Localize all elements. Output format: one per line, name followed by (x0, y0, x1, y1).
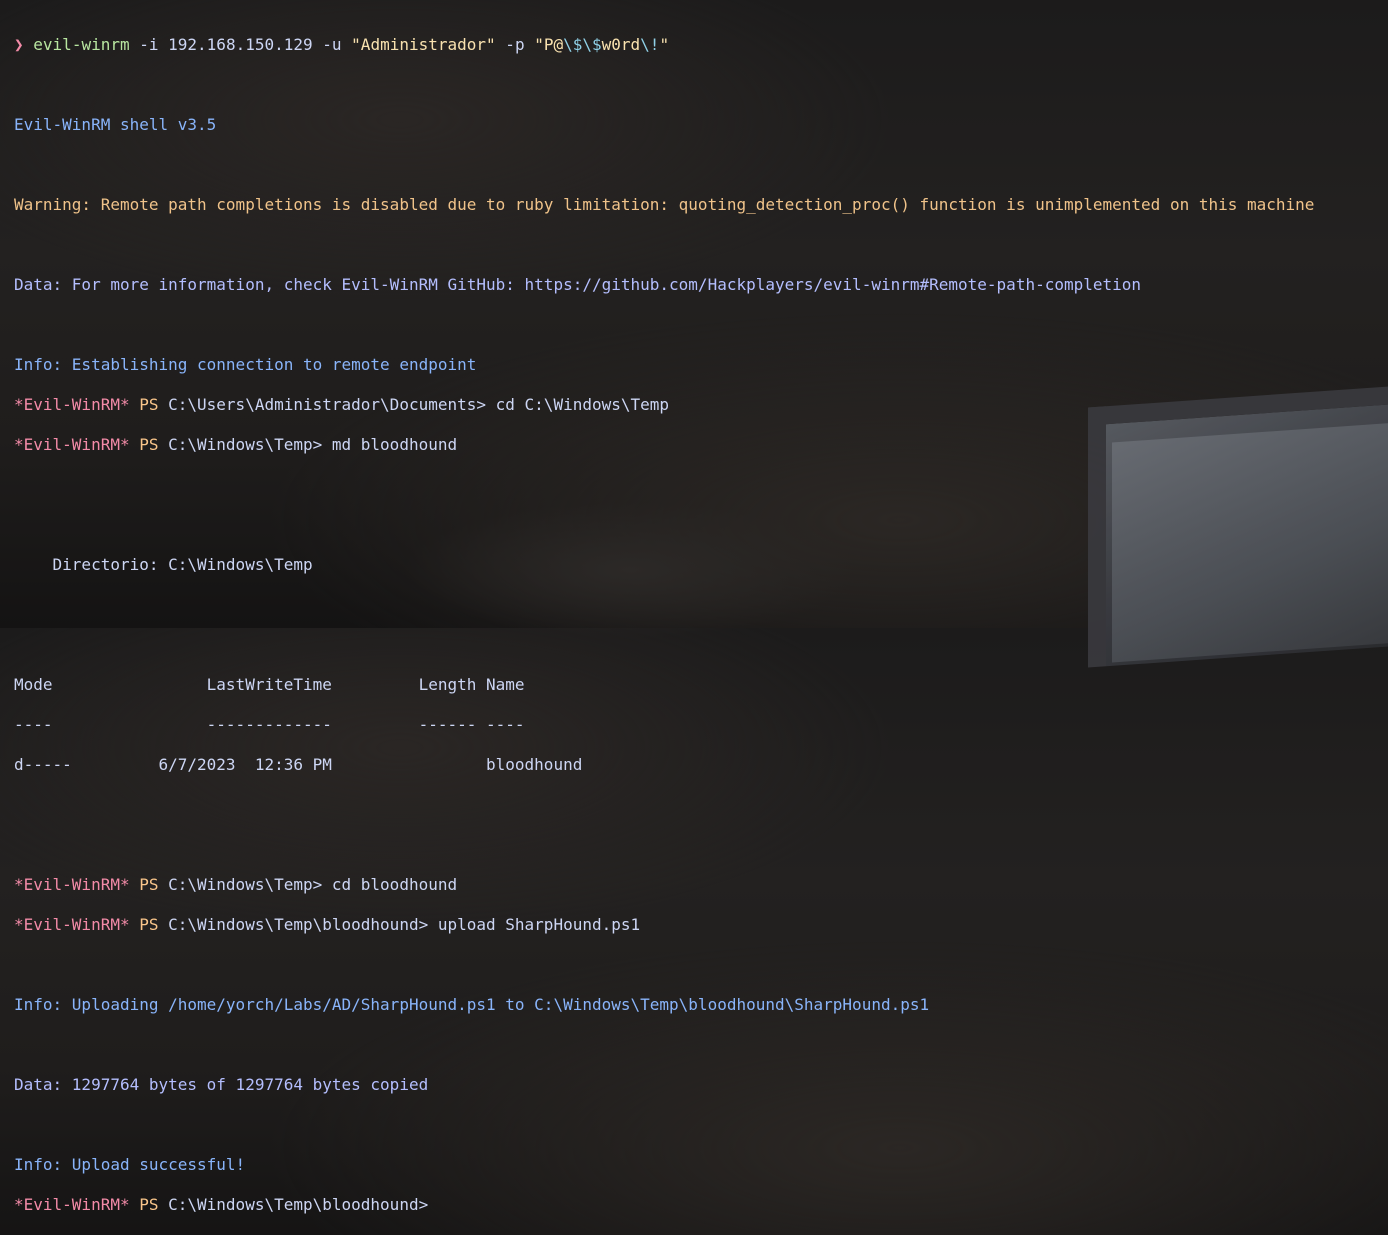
ps-line-1: *Evil-WinRM* PS C:\Users\Administrador\D… (14, 395, 1388, 415)
ps-line-2: *Evil-WinRM* PS C:\Windows\Temp> md bloo… (14, 435, 1388, 455)
table-row: d----- 6/7/2023 12:36 PM bloodhound (14, 755, 583, 774)
warning-line: Warning: Remote path completions is disa… (14, 195, 1315, 214)
ps-line-4: *Evil-WinRM* PS C:\Windows\Temp\bloodhou… (14, 915, 1388, 935)
command-name: evil-winrm (33, 35, 130, 54)
ps-current-prompt: C:\Windows\Temp\bloodhound> (168, 1195, 429, 1214)
info-connect-line: Info: Establishing connection to remote … (14, 355, 477, 374)
command-pass-end: " (659, 35, 670, 54)
ps-label: PS (129, 915, 169, 934)
ps-prefix: *Evil-WinRM* (14, 1195, 130, 1214)
directory-line: Directorio: C:\Windows\Temp (14, 555, 313, 574)
banner-line: Evil-WinRM shell v3.5 (14, 115, 217, 134)
info-upload-line: Info: Uploading /home/yorch/Labs/AD/Shar… (14, 995, 930, 1014)
ps-prefix: *Evil-WinRM* (14, 395, 130, 414)
command-pass-escape: \! (640, 35, 660, 54)
ps-label: PS (129, 875, 169, 894)
data-info-line: Data: For more information, check Evil-W… (14, 275, 1142, 294)
ps-label: PS (129, 1195, 169, 1214)
ps-prefix: *Evil-WinRM* (14, 875, 130, 894)
ps-label: PS (129, 435, 169, 454)
command-pass-mid: w0rd (601, 35, 641, 54)
command-line: ❯ evil-winrm -i 192.168.150.129 -u "Admi… (14, 35, 1388, 55)
data-bytes-line: Data: 1297764 bytes of 1297764 bytes cop… (14, 1075, 429, 1094)
ps-command: C:\Windows\Temp> md bloodhound (168, 435, 458, 454)
command-flag-p: -p (495, 35, 535, 54)
command-args: -i 192.168.150.129 -u (129, 35, 352, 54)
table-header: Mode LastWriteTime Length Name (14, 675, 525, 694)
ps-command: C:\Users\Administrador\Documents> cd C:\… (168, 395, 670, 414)
command-pass-start: "P@ (534, 35, 564, 54)
table-underline: ---- ------------- ------ ---- (14, 715, 525, 734)
ps-command: C:\Windows\Temp> cd bloodhound (168, 875, 458, 894)
ps-line-3: *Evil-WinRM* PS C:\Windows\Temp> cd bloo… (14, 875, 1388, 895)
prompt-arrow-icon: ❯ (14, 35, 24, 54)
ps-label: PS (129, 395, 169, 414)
ps-command: C:\Windows\Temp\bloodhound> upload Sharp… (168, 915, 641, 934)
ps-line-5[interactable]: *Evil-WinRM* PS C:\Windows\Temp\bloodhou… (14, 1195, 1388, 1215)
command-user: "Administrador" (351, 35, 496, 54)
ps-prefix: *Evil-WinRM* (14, 915, 130, 934)
ps-prefix: *Evil-WinRM* (14, 435, 130, 454)
command-pass-escape: \$ (582, 35, 602, 54)
command-pass-escape: \$ (563, 35, 583, 54)
info-success-line: Info: Upload successful! (14, 1155, 246, 1174)
terminal-output[interactable]: ❯ evil-winrm -i 192.168.150.129 -u "Admi… (14, 15, 1388, 1235)
